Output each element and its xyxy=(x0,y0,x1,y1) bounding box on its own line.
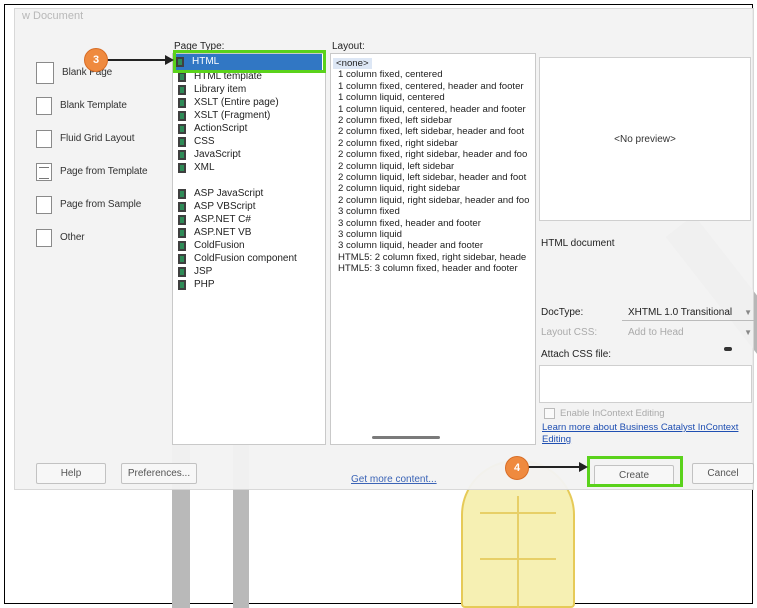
doctype-select[interactable]: XHTML 1.0 Transitional ▼ xyxy=(622,304,754,321)
file-icon xyxy=(178,150,186,160)
preferences-button[interactable]: Preferences... xyxy=(121,463,197,484)
get-more-content-link[interactable]: Get more content... xyxy=(351,474,437,485)
file-icon xyxy=(178,215,186,225)
step4-arrow-head xyxy=(579,462,588,472)
layout-item[interactable]: 2 column fixed, left sidebar, header and… xyxy=(338,126,524,137)
page-type-item[interactable]: ASP.NET C# xyxy=(178,214,251,226)
category-label: Blank Template xyxy=(60,100,127,111)
file-icon xyxy=(178,137,186,147)
preview-text: <No preview> xyxy=(614,133,676,145)
page-type-item[interactable]: JavaScript xyxy=(178,149,241,161)
page-type-item[interactable]: PHP xyxy=(178,279,215,291)
incontext-editing-checkbox[interactable]: Enable InContext Editing xyxy=(544,408,665,419)
learn-more-link[interactable]: Learn more about Business Catalyst InCon… xyxy=(542,422,757,446)
layout-item[interactable]: 3 column liquid, header and footer xyxy=(338,240,483,251)
category-blank-template[interactable]: Blank Template xyxy=(22,89,168,122)
layout-item[interactable]: 1 column fixed, centered xyxy=(338,69,443,80)
file-icon xyxy=(178,72,186,82)
page-type-item[interactable]: ASP JavaScript xyxy=(178,188,263,200)
file-icon xyxy=(178,202,186,212)
step3-badge: 3 xyxy=(84,48,108,72)
file-icon xyxy=(178,85,186,95)
category-list: Blank Page Blank Template Fluid Grid Lay… xyxy=(22,48,168,254)
page-icon xyxy=(36,61,54,84)
page-type-item[interactable]: ASP.NET VB xyxy=(178,227,251,239)
category-label: Other xyxy=(60,232,85,243)
help-button[interactable]: Help xyxy=(36,463,106,484)
layout-css-label: Layout CSS: xyxy=(541,327,598,338)
page-type-item[interactable]: Library item xyxy=(178,84,246,96)
layout-item[interactable]: 2 column liquid, right sidebar xyxy=(338,183,460,194)
layout-item[interactable]: 2 column liquid, right sidebar, header a… xyxy=(338,195,529,206)
file-icon xyxy=(178,189,186,199)
layout-item[interactable]: 2 column fixed, right sidebar xyxy=(338,138,458,149)
chevron-down-icon: ▼ xyxy=(744,328,752,337)
step3-arrow-head xyxy=(165,55,174,65)
attach-css-label: Attach CSS file: xyxy=(541,349,612,360)
category-label: Page from Template xyxy=(60,166,148,177)
layout-item[interactable]: 2 column liquid, left sidebar xyxy=(338,161,454,172)
page-type-item[interactable]: JSP xyxy=(178,266,212,278)
layout-item[interactable]: 2 column liquid, left sidebar, header an… xyxy=(338,172,526,183)
checkbox-label: Enable InContext Editing xyxy=(560,408,665,419)
layout-item[interactable]: 1 column liquid, centered xyxy=(338,92,445,103)
file-icon xyxy=(178,267,186,277)
layout-item[interactable]: HTML5: 3 column fixed, header and footer xyxy=(338,263,518,274)
checkbox-box[interactable] xyxy=(544,408,555,419)
page-from-sample-icon xyxy=(36,195,52,214)
category-other[interactable]: Other xyxy=(22,221,168,254)
fluid-grid-icon xyxy=(36,129,52,148)
layout-item[interactable]: HTML5: 2 column fixed, right sidebar, he… xyxy=(338,252,526,263)
file-icon xyxy=(178,98,186,108)
chevron-down-icon: ▼ xyxy=(744,308,752,317)
document-description: HTML document xyxy=(541,238,615,249)
page-from-template-icon xyxy=(36,162,52,181)
dialog-title: w Document xyxy=(22,10,84,22)
category-fluid-grid-layout[interactable]: Fluid Grid Layout xyxy=(22,122,168,155)
html-highlight-box xyxy=(173,50,326,73)
page-type-item[interactable]: ActionScript xyxy=(178,123,247,135)
category-label: Page from Sample xyxy=(60,199,142,210)
file-icon xyxy=(178,124,186,134)
page-type-item[interactable]: ColdFusion component xyxy=(178,253,297,265)
page-type-item[interactable]: ColdFusion xyxy=(178,240,245,252)
layout-item[interactable]: 3 column liquid xyxy=(338,229,402,240)
page-type-item[interactable]: XSLT (Entire page) xyxy=(178,97,279,109)
step4-arrow-line xyxy=(526,466,580,468)
step4-badge: 4 xyxy=(505,456,529,480)
step3-arrow-line xyxy=(106,59,166,61)
layout-css-select[interactable]: Add to Head ▼ xyxy=(622,324,754,341)
doctype-label: DocType: xyxy=(541,307,584,318)
page-type-item[interactable]: ASP VBScript xyxy=(178,201,256,213)
layout-item[interactable]: 2 column fixed, left sidebar xyxy=(338,115,452,126)
other-icon xyxy=(36,228,52,247)
create-highlight-box xyxy=(587,456,683,487)
category-label: Fluid Grid Layout xyxy=(60,133,135,144)
file-icon xyxy=(178,254,186,264)
layout-item[interactable]: <none> xyxy=(333,58,372,70)
layout-scrollbar[interactable] xyxy=(372,436,440,439)
page-type-item[interactable]: XSLT (Fragment) xyxy=(178,110,270,122)
layout-item[interactable]: 1 column fixed, centered, header and foo… xyxy=(338,81,524,92)
file-icon xyxy=(178,228,186,238)
file-icon xyxy=(178,280,186,290)
file-icon xyxy=(178,163,186,173)
page-type-item[interactable]: XML xyxy=(178,162,215,174)
layout-item[interactable]: 1 column liquid, centered, header and fo… xyxy=(338,104,526,115)
watermark-logo-stripe xyxy=(517,496,519,608)
category-page-from-sample[interactable]: Page from Sample xyxy=(22,188,168,221)
category-page-from-template[interactable]: Page from Template xyxy=(22,155,168,188)
preview-pane: <No preview> xyxy=(539,57,751,221)
file-icon xyxy=(178,111,186,121)
attach-css-list[interactable] xyxy=(539,365,752,403)
page-type-item[interactable]: CSS xyxy=(178,136,215,148)
layout-title: Layout: xyxy=(332,41,365,52)
cancel-button[interactable]: Cancel xyxy=(692,463,754,484)
file-icon xyxy=(178,241,186,251)
layout-item[interactable]: 3 column fixed xyxy=(338,206,400,217)
template-icon xyxy=(36,96,52,115)
link-icon[interactable] xyxy=(724,347,732,351)
layout-item[interactable]: 2 column fixed, right sidebar, header an… xyxy=(338,149,527,160)
layout-item[interactable]: 3 column fixed, header and footer xyxy=(338,218,481,229)
